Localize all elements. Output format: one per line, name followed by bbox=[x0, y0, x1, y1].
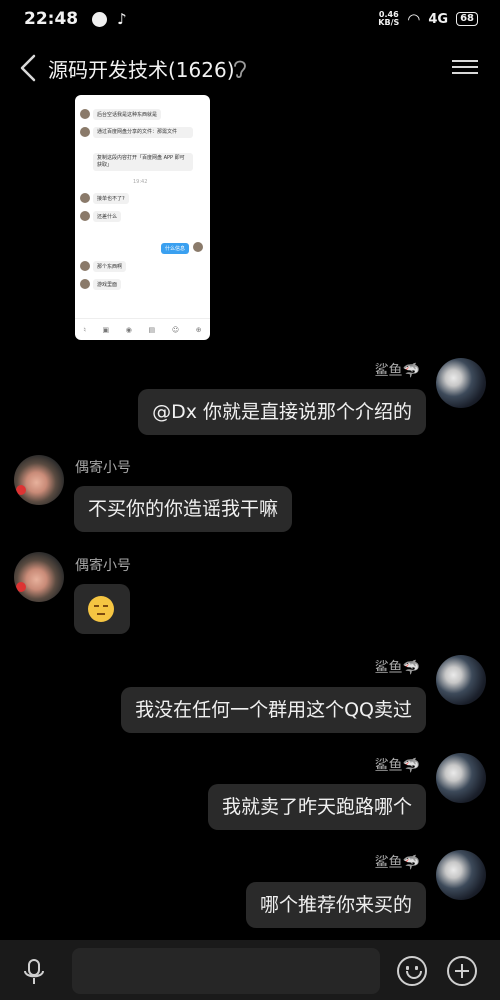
menu-icon[interactable] bbox=[452, 56, 478, 80]
status-time: 22:48 bbox=[24, 9, 79, 29]
sender-name: 偶寄小号 bbox=[75, 558, 131, 574]
message-bubble[interactable]: 哪个推荐你来买的 bbox=[245, 882, 426, 928]
avatar[interactable] bbox=[14, 455, 64, 505]
thumb-avatar bbox=[193, 242, 203, 252]
network-speed: 0.46 KB/S bbox=[378, 11, 399, 27]
thumb-avatar bbox=[80, 279, 90, 289]
message-input[interactable] bbox=[72, 948, 380, 994]
group-title[interactable]: 源码开发技术(1626) bbox=[48, 54, 235, 83]
avatar[interactable] bbox=[14, 552, 64, 602]
thumb-avatar bbox=[80, 109, 90, 119]
thumb-message: 后台空话我是这种东西就是 bbox=[93, 109, 162, 120]
thumb-time: 19:42 bbox=[133, 179, 148, 185]
thumb-message: 还差什么 bbox=[93, 211, 122, 222]
thumb-message: 复制这段内容打开「百度网盘 APP 即可获取」 bbox=[93, 153, 193, 171]
message-bubble[interactable]: 我就卖了昨天跑路哪个 bbox=[207, 784, 426, 830]
avatar[interactable] bbox=[436, 358, 486, 408]
battery-icon: 68 bbox=[456, 12, 478, 26]
thumb-avatar bbox=[80, 211, 90, 221]
thumb-mic-icon: ♮ bbox=[83, 325, 86, 334]
sender-name: 鲨鱼🦈 bbox=[374, 855, 420, 871]
thumb-avatar bbox=[80, 127, 90, 137]
thumb-camera-icon: ◉ bbox=[125, 325, 132, 334]
sender-name: 鲨鱼🦈 bbox=[374, 660, 420, 676]
thumb-message: 那个东西啊 bbox=[93, 261, 127, 272]
avatar[interactable] bbox=[436, 655, 486, 705]
microphone-icon[interactable] bbox=[22, 958, 46, 986]
wifi-icon: ◠ bbox=[407, 10, 421, 28]
sender-name: 鲨鱼🦈 bbox=[374, 363, 420, 379]
status-bar: 22:48 ♪ 0.46 KB/S ◠ 4G 68 bbox=[0, 0, 500, 38]
back-arrow-icon[interactable] bbox=[16, 52, 44, 84]
plus-icon[interactable] bbox=[447, 956, 477, 986]
input-bar bbox=[0, 940, 500, 1000]
message-bubble[interactable]: 我没在任何一个群用这个QQ卖过 bbox=[121, 687, 426, 733]
sender-name: 鲨鱼🦈 bbox=[374, 758, 420, 774]
notification-dot-icon bbox=[92, 11, 108, 27]
tiktok-icon: ♪ bbox=[117, 10, 127, 28]
thumb-message: 接单也不了? bbox=[93, 193, 129, 204]
chat-header: 源码开发技术(1626) bbox=[0, 42, 500, 94]
thumb-toolbar: ♮ ▣ ◉ ▤ ☺ ⊕ bbox=[75, 318, 210, 340]
sender-name: 偶寄小号 bbox=[75, 460, 131, 476]
status-right: 0.46 KB/S ◠ 4G 68 bbox=[378, 10, 478, 28]
thumb-emoji-icon: ☺ bbox=[171, 325, 180, 334]
network-speed-unit: KB/S bbox=[378, 18, 400, 27]
thumb-avatar bbox=[80, 193, 90, 203]
thumb-message: 游戏里面 bbox=[93, 279, 122, 290]
thumb-avatar bbox=[80, 261, 90, 271]
unamused-face-icon bbox=[88, 596, 114, 622]
thumb-message-self: 什么信息 bbox=[161, 243, 190, 254]
thumb-message: 通过百度网盘分享的文件：那需文件 bbox=[93, 127, 193, 138]
emoji-icon[interactable] bbox=[397, 956, 427, 986]
thumb-plus-icon: ⊕ bbox=[195, 325, 202, 334]
avatar[interactable] bbox=[436, 850, 486, 900]
ear-icon bbox=[234, 60, 246, 79]
message-bubble[interactable]: 不买你的你造谣我干嘛 bbox=[74, 486, 293, 532]
thumb-image-icon: ▣ bbox=[102, 325, 110, 334]
signal-icon: 4G bbox=[428, 11, 449, 27]
shared-screenshot-image[interactable]: 后台空话我是这种东西就是 通过百度网盘分享的文件：那需文件 复制这段内容打开「百… bbox=[75, 95, 210, 340]
emoji-message-bubble[interactable] bbox=[74, 584, 130, 634]
thumb-file-icon: ▤ bbox=[148, 325, 156, 334]
message-bubble[interactable]: @Dx 你就是直接说那个介绍的 bbox=[138, 389, 426, 435]
avatar[interactable] bbox=[436, 753, 486, 803]
